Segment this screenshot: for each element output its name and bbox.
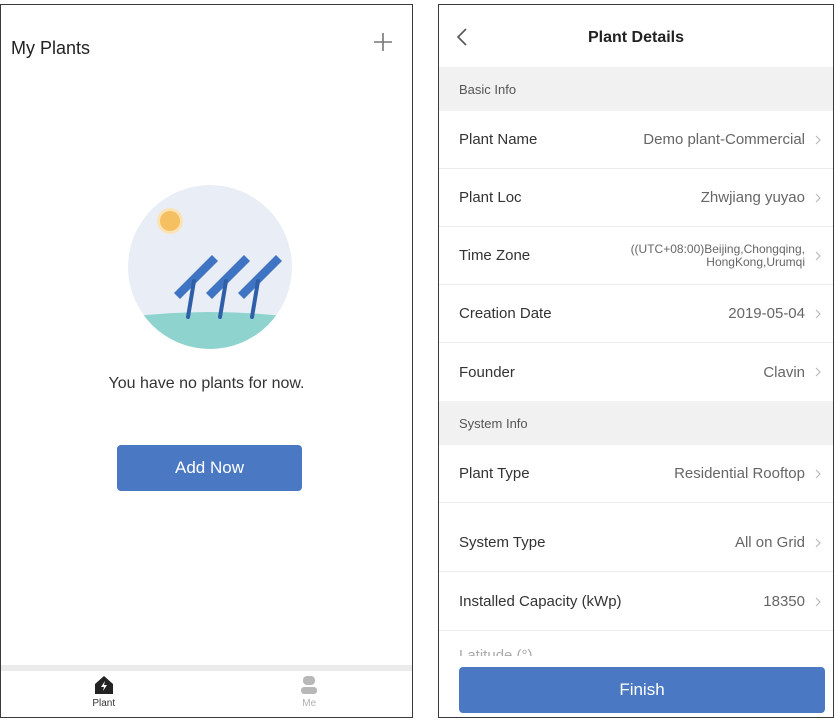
my-plants-screen: My Plants You have no plants for now. Ad…: [0, 4, 413, 718]
row-system-type[interactable]: System Type All on Grid: [439, 514, 833, 572]
chevron-right-icon: [815, 135, 821, 144]
chevron-right-icon: [815, 193, 821, 202]
finish-button[interactable]: Finish: [459, 667, 825, 713]
empty-state-message: You have no plants for now.: [108, 375, 305, 392]
row-label: System Type: [459, 534, 546, 551]
row-value: Residential Rooftop: [674, 465, 805, 482]
row-label: Plant Loc: [459, 189, 522, 206]
plant-home-icon: [94, 676, 113, 694]
row-plant-loc[interactable]: Plant Loc Zhwjiang yuyao: [439, 169, 833, 227]
plus-icon[interactable]: [372, 31, 394, 53]
tab-plant[interactable]: Plant: [1, 671, 207, 717]
tab-me-label: Me: [302, 698, 317, 709]
chevron-right-icon: [815, 251, 821, 260]
tab-me[interactable]: Me: [207, 671, 413, 717]
row-installed-capacity[interactable]: Installed Capacity (kWp) 18350: [439, 573, 833, 631]
row-value: 18350: [763, 593, 805, 610]
chevron-right-icon: [815, 367, 821, 377]
person-icon: [301, 676, 318, 694]
header: Plant Details: [439, 5, 833, 67]
add-now-button[interactable]: Add Now: [117, 445, 302, 491]
time-zone-line-1: ((UTC+08:00)Beijing,Chongqing,: [630, 241, 805, 256]
section-header-basic-info: Basic Info: [439, 67, 833, 111]
page-title: My Plants: [11, 38, 91, 58]
time-zone-line-2: HongKong,Urumqi: [706, 254, 805, 269]
row-creation-date[interactable]: Creation Date 2019-05-04: [439, 285, 833, 343]
bottom-tab-bar: Plant Me: [1, 665, 412, 717]
row-label: Creation Date: [459, 305, 552, 322]
row-label: Time Zone: [459, 247, 531, 264]
row-label: Plant Name: [459, 131, 538, 148]
plant-details-screen: Plant Details Basic Info Plant Name Demo…: [438, 4, 834, 718]
row-label: Plant Type: [459, 465, 530, 482]
row-cut-off: Latitude (°): [439, 631, 833, 671]
row-value: Zhwjiang yuyao: [700, 189, 805, 206]
row-label: Installed Capacity (kWp): [459, 593, 622, 610]
row-value: All on Grid: [734, 534, 805, 551]
row-time-zone[interactable]: Time Zone ((UTC+08:00)Beijing,Chongqing,…: [439, 227, 833, 285]
tab-plant-label: Plant: [92, 698, 116, 709]
row-plant-type[interactable]: Plant Type Residential Rooftop: [439, 445, 833, 503]
row-value: ((UTC+08:00)Beijing,Chongqing, HongKong,…: [585, 241, 805, 269]
row-value: 2019-05-04: [728, 305, 805, 322]
page-title: Plant Details: [587, 29, 685, 46]
row-value: Demo plant-Commercial: [643, 131, 805, 148]
row-value: Clavin: [763, 363, 805, 381]
chevron-right-icon: [815, 538, 821, 547]
cut-off-row-label: Latitude (°): [459, 647, 533, 656]
row-founder[interactable]: Founder Clavin: [439, 343, 833, 401]
chevron-right-icon: [815, 597, 821, 606]
chevron-right-icon: [815, 309, 821, 318]
chevron-right-icon: [815, 469, 821, 478]
section-header-system-info: System Info: [439, 401, 833, 445]
solar-panel-illustration: [128, 185, 292, 349]
row-label: Founder: [459, 363, 515, 381]
row-plant-name[interactable]: Plant Name Demo plant-Commercial: [439, 111, 833, 169]
